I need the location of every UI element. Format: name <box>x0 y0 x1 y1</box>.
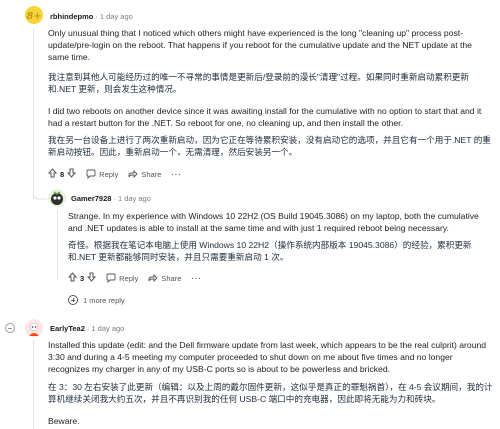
share-label: Share <box>141 169 162 179</box>
more-replies-link[interactable]: 1 more reply <box>68 295 125 305</box>
vote-score: 8 <box>60 169 65 179</box>
avatar[interactable] <box>25 319 43 337</box>
share-button[interactable]: Share <box>128 169 161 179</box>
avatar[interactable] <box>48 189 66 207</box>
reply-connector-curve <box>33 185 47 200</box>
comment-Gamer7928: Gamer7928 · 1 day ago Strange. In my exper… <box>0 185 500 305</box>
comment-body-translation: 在 3：30 左右安装了此更新（编辑：以及上周的戴尔固件更新，这似乎是真正的罪魁… <box>48 382 493 404</box>
reply-label: Reply <box>119 273 139 283</box>
reply-label: Reply <box>99 169 119 179</box>
thread-line[interactable] <box>57 210 58 280</box>
collapse-circle-icon[interactable] <box>5 323 15 333</box>
share-button[interactable]: Share <box>148 273 181 283</box>
comment-body: Installed this update (edit: and the Del… <box>48 340 487 374</box>
downvote-arrow-icon[interactable] <box>67 168 77 180</box>
thread-line[interactable] <box>33 340 34 429</box>
expand-plus-circle-icon <box>68 295 78 305</box>
overflow-menu-button[interactable]: ··· <box>191 274 202 283</box>
comment-body-translation: 奇怪。根据我在笔记本电脑上使用 Windows 10 22H2（操作系统内部版本… <box>68 240 472 262</box>
upvote-arrow-icon[interactable] <box>67 272 78 284</box>
comment-EarlyTea2: EarlyTea2 · 1 day ago Installed this updat… <box>0 312 500 429</box>
comment-actions: 8 Reply Share ··· <box>47 168 192 180</box>
username[interactable]: Gamer7928 <box>71 194 111 203</box>
comment-meta: Gamer7928 · 1 day ago <box>71 194 151 203</box>
reply-button[interactable]: Reply <box>106 273 138 283</box>
timestamp[interactable]: 1 day ago <box>91 324 124 333</box>
overflow-menu-button[interactable]: ··· <box>171 170 182 179</box>
more-replies-label: 1 more reply <box>83 295 125 305</box>
comment-meta: rbhindepmo · 1 day ago <box>50 12 133 21</box>
comment-body-translation: 我在另一台设备上进行了两次重新启动，因为它正在等待累积安装，没有启动它的选项，并… <box>48 135 491 157</box>
comment-actions: 3 Reply Share ··· <box>67 272 212 284</box>
comment-meta: EarlyTea2 · 1 day ago <box>50 324 125 333</box>
share-label: Share <box>161 273 182 283</box>
reply-button[interactable]: Reply <box>86 169 118 179</box>
username[interactable]: EarlyTea2 <box>50 324 85 333</box>
vote-score: 3 <box>80 273 85 283</box>
comment-body-translation: 我注意到其他人可能经历过的唯一不寻常的事情是更新后/登录前的漫长"清理"过程。如… <box>48 72 469 94</box>
share-arrow-icon <box>148 273 158 283</box>
timestamp[interactable]: 1 day ago <box>100 12 133 21</box>
username[interactable]: rbhindepmo <box>50 12 93 21</box>
svg-text:8+: 8+ <box>26 11 41 22</box>
thread-line[interactable] <box>33 28 34 185</box>
upvote-arrow-icon[interactable] <box>47 168 58 180</box>
timestamp[interactable]: 1 day ago <box>118 194 151 203</box>
comment-rbhindepmo: 8+ rbhindepmo · 1 day ago Only unusual thi… <box>0 0 500 195</box>
avatar[interactable]: 8+ <box>25 6 43 24</box>
comment-body: Only unusual thing that I noticed which … <box>48 28 472 62</box>
comment-body: Beware. <box>48 416 80 426</box>
reply-bubble-icon <box>106 273 116 283</box>
comment-body: Strange. In my experience with Windows 1… <box>68 211 479 233</box>
comment-body: I did two reboots on another device sinc… <box>48 106 482 128</box>
downvote-arrow-icon[interactable] <box>87 272 97 284</box>
share-arrow-icon <box>128 169 138 179</box>
reply-bubble-icon <box>86 169 96 179</box>
